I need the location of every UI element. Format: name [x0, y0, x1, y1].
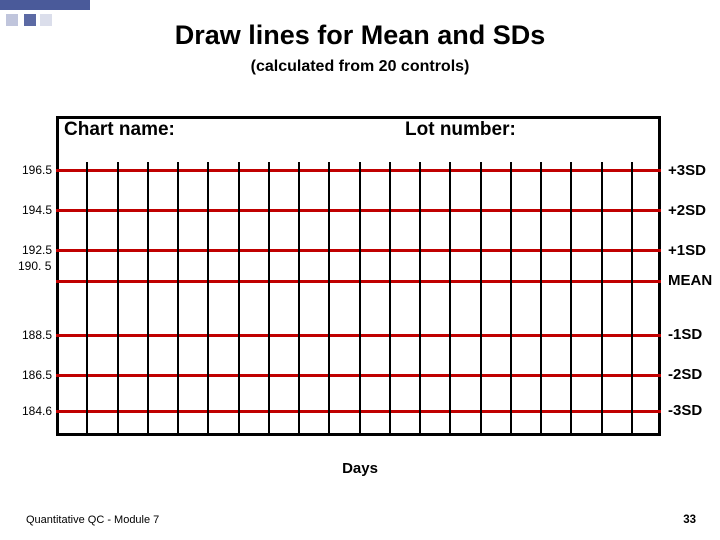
y-tick-184.6: 184.6 [10, 404, 52, 418]
day-gridline [177, 162, 179, 434]
y-tick-190.5: 190. 5 [18, 260, 62, 273]
sd-label-plus1: +1SD [668, 242, 706, 259]
day-gridline [268, 162, 270, 434]
slide-subtitle: (calculated from 20 controls) [0, 58, 720, 76]
sd-label-mean: MEAN [668, 272, 712, 289]
day-gridline [480, 162, 482, 434]
day-gridline [328, 162, 330, 434]
day-gridline [298, 162, 300, 434]
slide-title: Draw lines for Mean and SDs [0, 20, 720, 51]
y-tick-194.5: 194.5 [10, 203, 52, 217]
day-gridline [117, 162, 119, 434]
page-number: 33 [683, 514, 696, 526]
day-gridline [147, 162, 149, 434]
y-tick-196.5: 196.5 [10, 163, 52, 177]
day-gridline [238, 162, 240, 434]
footer-text: Quantitative QC - Module 7 [26, 514, 159, 526]
day-gridline [359, 162, 361, 434]
day-gridline [86, 162, 88, 434]
y-tick-186.5: 186.5 [10, 368, 52, 382]
x-axis-label: Days [0, 460, 720, 477]
sd-label-minus3: -3SD [668, 402, 702, 419]
day-gridline [207, 162, 209, 434]
day-gridline [601, 162, 603, 434]
day-gridline [631, 162, 633, 434]
day-gridline [540, 162, 542, 434]
day-gridline [449, 162, 451, 434]
day-gridline [570, 162, 572, 434]
sd-label-minus1: -1SD [668, 326, 702, 343]
y-tick-192.5: 192.5 [10, 243, 52, 257]
y-tick-188.5: 188.5 [10, 328, 52, 342]
day-gridline [510, 162, 512, 434]
sd-label-plus2: +2SD [668, 202, 706, 219]
sd-label-plus3: +3SD [668, 162, 706, 179]
day-gridline [389, 162, 391, 434]
day-gridline [419, 162, 421, 434]
sd-label-minus2: -2SD [668, 366, 702, 383]
